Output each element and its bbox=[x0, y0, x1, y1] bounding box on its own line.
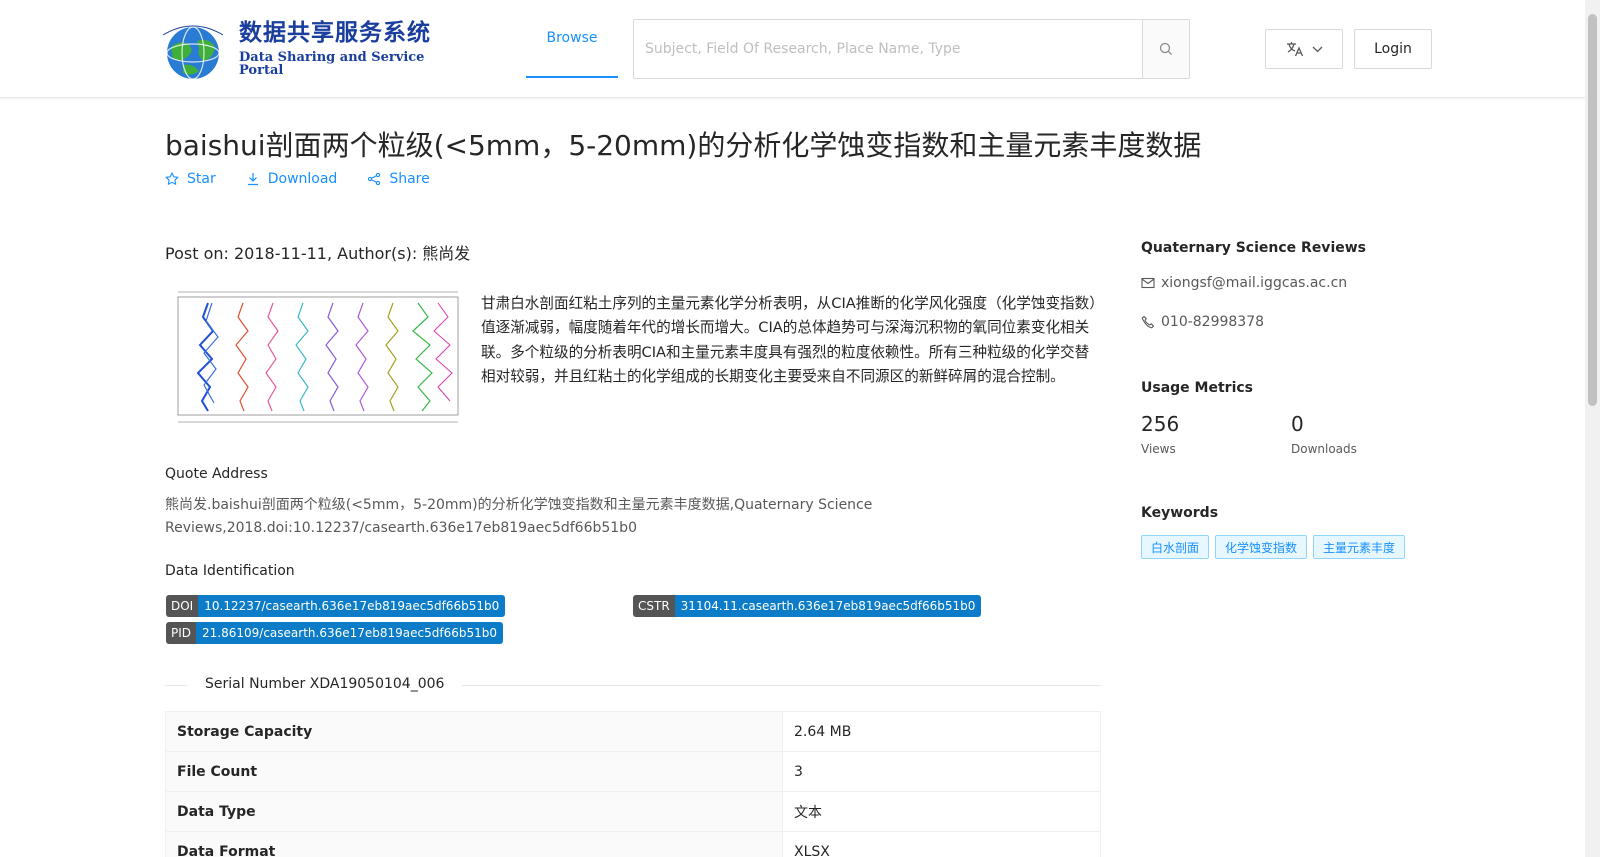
search-bar bbox=[633, 19, 1190, 79]
table-cell-value: 2.64 MB bbox=[782, 711, 1101, 752]
journal-name: Quaternary Science Reviews bbox=[1141, 240, 1366, 256]
share-icon bbox=[368, 172, 381, 186]
downloads-count: 0 bbox=[1291, 412, 1304, 436]
keyword-tag[interactable]: 化学蚀变指数 bbox=[1215, 535, 1308, 559]
search-icon bbox=[1159, 42, 1172, 55]
cstr-key: CSTR bbox=[633, 595, 675, 617]
data-identification-label: Data Identification bbox=[165, 563, 295, 579]
dataset-description: 甘肃白水剖面红粘土序列的主量元素化学分析表明，从CIA推断的化学风化强度（化学蚀… bbox=[481, 295, 1097, 385]
scrollbar-thumb[interactable] bbox=[1588, 14, 1597, 406]
table-cell-key: Storage Capacity bbox=[165, 711, 783, 752]
phone-text: 010-82998378 bbox=[1161, 314, 1265, 330]
cstr-tag[interactable]: CSTR 31104.11.casearth.636e17eb819aec5df… bbox=[633, 595, 982, 617]
download-button[interactable]: Download bbox=[246, 171, 338, 187]
email-text: xiongsf@mail.iggcas.ac.cn bbox=[1161, 275, 1348, 291]
pid-tag[interactable]: PID 21.86109/casearth.636e17eb819aec5df6… bbox=[166, 622, 503, 644]
table-row: Storage Capacity 2.64 MB bbox=[165, 711, 1101, 752]
language-dropdown[interactable] bbox=[1265, 29, 1343, 69]
metric-views: 256 Views bbox=[1141, 412, 1179, 456]
nav-browse[interactable]: Browse bbox=[526, 0, 618, 78]
page: 数据共享服务系统 Data Sharing and Service Portal… bbox=[0, 0, 1600, 857]
post-info: Post on: 2018-11-11, Author(s): 熊尚发 bbox=[165, 244, 471, 263]
mail-icon bbox=[1141, 277, 1155, 289]
chevron-down-icon bbox=[1312, 46, 1322, 52]
phone-icon bbox=[1141, 315, 1155, 329]
pid-value[interactable]: 21.86109/casearth.636e17eb819aec5df66b51… bbox=[196, 622, 503, 644]
star-button[interactable]: Star bbox=[165, 171, 216, 187]
views-count: 256 bbox=[1141, 412, 1180, 436]
keywords-title: Keywords bbox=[1141, 505, 1219, 521]
logo-title-cn: 数据共享服务系统 bbox=[239, 19, 431, 46]
cstr-value[interactable]: 31104.11.casearth.636e17eb819aec5df66b51… bbox=[674, 595, 982, 617]
dataset-actions: Star Download Share bbox=[165, 171, 430, 187]
doi-value[interactable]: 10.12237/casearth.636e17eb819aec5df66b51… bbox=[198, 595, 506, 617]
doi-tag[interactable]: DOI 10.12237/casearth.636e17eb819aec5df6… bbox=[166, 595, 506, 617]
keyword-list: 白水剖面 化学蚀变指数 主量元素丰度 bbox=[1141, 535, 1411, 559]
serial-number: Serial Number XDA19050104_006 bbox=[187, 676, 463, 692]
download-icon bbox=[247, 173, 258, 186]
dataset-thumbnail[interactable] bbox=[168, 287, 464, 433]
contact-phone[interactable]: 010-82998378 bbox=[1141, 314, 1264, 330]
top-header: 数据共享服务系统 Data Sharing and Service Portal… bbox=[0, 0, 1585, 98]
table-cell-value: 3 bbox=[782, 751, 1101, 792]
table-row: Data Type 文本 bbox=[165, 791, 1101, 832]
site-logo[interactable]: 数据共享服务系统 Data Sharing and Service Portal bbox=[153, 18, 443, 80]
table-cell-value: 文本 bbox=[782, 791, 1101, 832]
search-input[interactable] bbox=[634, 20, 1142, 78]
downloads-label: Downloads bbox=[1291, 442, 1357, 456]
search-button[interactable] bbox=[1142, 20, 1189, 78]
share-label: Share bbox=[389, 171, 430, 187]
keyword-tag[interactable]: 白水剖面 bbox=[1141, 535, 1210, 559]
metric-downloads: 0 Downloads bbox=[1291, 412, 1357, 456]
login-button[interactable]: Login bbox=[1354, 29, 1432, 69]
keyword-tag[interactable]: 主量元素丰度 bbox=[1313, 535, 1406, 559]
share-button[interactable]: Share bbox=[367, 171, 430, 187]
download-label: Download bbox=[267, 171, 338, 187]
dataset-info-table: Storage Capacity 2.64 MB File Count 3 Da… bbox=[165, 711, 1101, 857]
doi-key: DOI bbox=[166, 595, 199, 617]
logo-title-en: Data Sharing and Service Portal bbox=[239, 49, 425, 78]
table-cell-key: File Count bbox=[165, 751, 783, 792]
table-cell-key: Data Format bbox=[165, 831, 783, 857]
quote-address-label: Quote Address bbox=[165, 466, 268, 482]
quote-address-text: 熊尚发.baishui剖面两个粒级(<5mm，5-20mm)的分析化学蚀变指数和… bbox=[165, 497, 873, 536]
page-scrollbar[interactable] bbox=[1585, 0, 1600, 857]
table-cell-key: Data Type bbox=[165, 791, 783, 832]
globe-logo-icon bbox=[153, 19, 233, 80]
pid-key: PID bbox=[166, 622, 197, 644]
table-row: Data Format XLSX bbox=[165, 831, 1101, 857]
star-label: Star bbox=[187, 171, 216, 187]
contact-email[interactable]: xiongsf@mail.iggcas.ac.cn bbox=[1141, 275, 1347, 291]
views-label: Views bbox=[1141, 442, 1176, 456]
table-row: File Count 3 bbox=[165, 751, 1101, 792]
page-title: baishui剖面两个粒级(<5mm，5-20mm)的分析化学蚀变指数和主量元素… bbox=[165, 129, 1202, 162]
star-icon bbox=[165, 172, 179, 185]
usage-metrics-title: Usage Metrics bbox=[1141, 380, 1253, 396]
translate-icon bbox=[1286, 42, 1303, 57]
table-cell-value: XLSX bbox=[782, 831, 1101, 857]
